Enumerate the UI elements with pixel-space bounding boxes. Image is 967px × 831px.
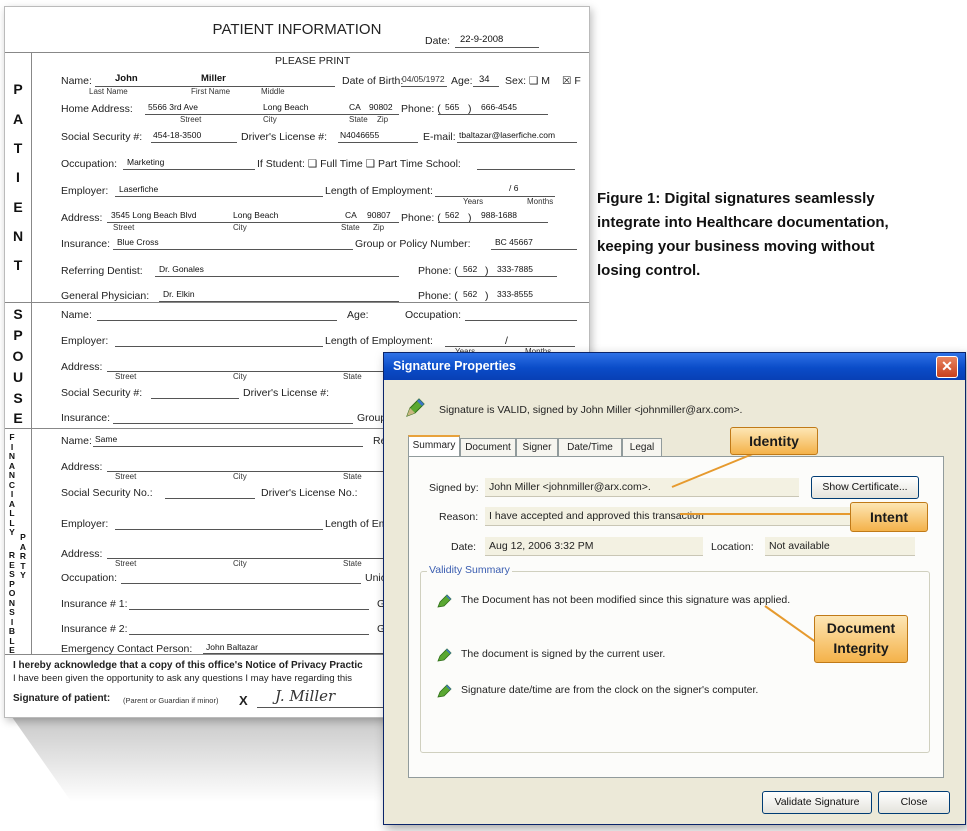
identity-callout: Identity — [730, 427, 818, 455]
integrity-pointer — [764, 605, 821, 646]
callout-line: Document — [826, 620, 896, 636]
document-integrity-callout: Document Integrity — [814, 615, 908, 663]
callout-pointers — [671, 450, 850, 646]
identity-pointer — [671, 450, 761, 488]
intent-callout: Intent — [850, 502, 928, 532]
callout-line: Integrity — [833, 640, 889, 656]
